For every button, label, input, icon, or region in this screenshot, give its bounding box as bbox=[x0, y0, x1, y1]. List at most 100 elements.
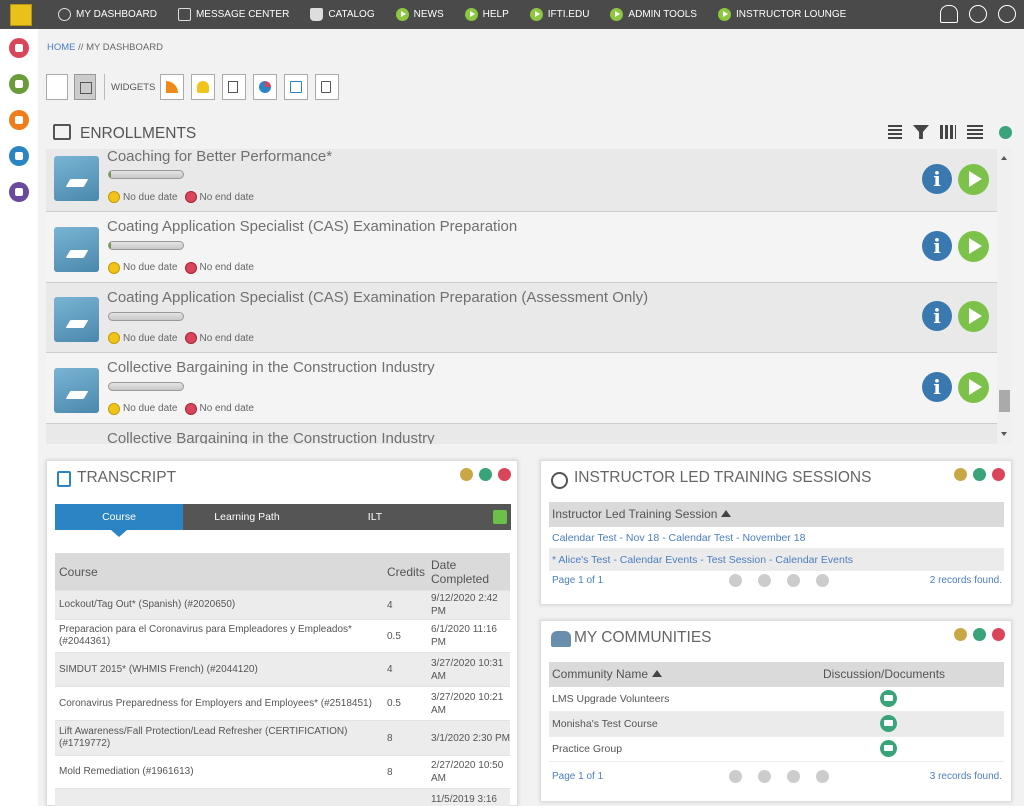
next-page-icon[interactable] bbox=[787, 770, 800, 783]
close-icon[interactable] bbox=[992, 468, 1005, 481]
list-view-icon[interactable] bbox=[967, 125, 983, 139]
bell-icon[interactable] bbox=[940, 5, 958, 23]
scroll-down-icon[interactable] bbox=[1001, 432, 1007, 436]
course-title[interactable]: Collective Bargaining in the Constructio… bbox=[107, 430, 435, 445]
info-button[interactable]: i bbox=[922, 371, 952, 402]
table-row: Practice Group bbox=[549, 737, 1004, 762]
table-row[interactable]: * Alice's Test - Calendar Events - Test … bbox=[549, 549, 1004, 571]
community-name[interactable]: LMS Upgrade Volunteers bbox=[552, 693, 669, 705]
scroll-up-icon[interactable] bbox=[1001, 156, 1007, 160]
minimize-icon[interactable] bbox=[954, 468, 967, 481]
column-credits[interactable]: Credits bbox=[385, 565, 431, 579]
last-page-icon[interactable] bbox=[816, 574, 829, 587]
column-discussion[interactable]: Discussion/Documents bbox=[823, 662, 945, 687]
course-thumbnail[interactable] bbox=[54, 367, 99, 413]
table-row[interactable]: Calendar Test - Nov 18 - Calendar Test -… bbox=[549, 527, 1004, 549]
chat-icon[interactable] bbox=[880, 740, 897, 757]
gear-icon[interactable] bbox=[9, 38, 29, 58]
presentation-widget-button[interactable] bbox=[284, 74, 309, 100]
rss-widget-button[interactable] bbox=[160, 74, 185, 100]
course-title[interactable]: Collective Bargaining in the Constructio… bbox=[107, 359, 435, 376]
course-title[interactable]: Coating Application Specialist (CAS) Exa… bbox=[107, 218, 517, 235]
first-page-icon[interactable] bbox=[729, 574, 742, 587]
course-row: Coating Application Specialist (CAS) Exa… bbox=[46, 212, 997, 283]
tab-learning-path[interactable]: Learning Path bbox=[183, 504, 311, 530]
minimize-icon[interactable] bbox=[954, 628, 967, 641]
id-card-widget-button[interactable] bbox=[315, 74, 340, 100]
due-date: No due date bbox=[123, 332, 178, 344]
launch-button[interactable] bbox=[958, 371, 989, 403]
course-title[interactable]: Coating Application Specialist (CAS) Exa… bbox=[107, 289, 648, 306]
book-icon[interactable] bbox=[9, 146, 29, 166]
launch-button[interactable] bbox=[958, 164, 989, 195]
nav-message-center[interactable]: MESSAGE CENTER bbox=[177, 8, 289, 21]
info-button[interactable]: i bbox=[922, 164, 952, 194]
cell-credits: 8 bbox=[387, 732, 393, 744]
bell-widget-button[interactable] bbox=[191, 74, 216, 100]
pie-chart-widget-button[interactable] bbox=[253, 74, 278, 100]
scroll-thumb[interactable] bbox=[999, 390, 1010, 412]
launch-button[interactable] bbox=[958, 230, 989, 262]
course-thumbnail[interactable] bbox=[54, 156, 99, 201]
sort-icon[interactable] bbox=[888, 125, 902, 139]
refresh-icon[interactable] bbox=[999, 125, 1012, 139]
enrollments-scrollbar[interactable] bbox=[997, 149, 1012, 444]
course-title[interactable]: Coaching for Better Performance* bbox=[107, 149, 332, 165]
close-icon[interactable] bbox=[992, 628, 1005, 641]
progress-bar bbox=[108, 170, 184, 179]
minimize-icon[interactable] bbox=[460, 468, 473, 481]
chat-icon[interactable] bbox=[880, 690, 897, 707]
nav-catalog[interactable]: CATALOG bbox=[310, 8, 375, 21]
clock-icon bbox=[108, 402, 120, 415]
launch-button[interactable] bbox=[958, 301, 989, 333]
end-date: No end date bbox=[199, 191, 255, 203]
nav-admin-tools[interactable]: ADMIN TOOLS bbox=[610, 8, 697, 21]
cell-course: Coronavirus Preparedness for Employers a… bbox=[59, 697, 372, 709]
refresh-icon[interactable] bbox=[973, 468, 986, 481]
ilt-pager: Page 1 of 1 2 records found. bbox=[549, 571, 1004, 591]
close-icon[interactable] bbox=[498, 468, 511, 481]
table-row: SIMDUT 2015* (WHMIS French) (#2044120) 4… bbox=[55, 653, 510, 687]
globe-icon[interactable] bbox=[969, 5, 987, 23]
community-name[interactable]: Monisha's Test Course bbox=[552, 718, 658, 730]
export-icon[interactable] bbox=[493, 510, 507, 524]
breadcrumb-home[interactable]: HOME bbox=[47, 42, 76, 53]
column-date-completed[interactable]: Date Completed bbox=[431, 558, 510, 586]
community-name[interactable]: Practice Group bbox=[552, 743, 622, 755]
prev-page-icon[interactable] bbox=[758, 770, 771, 783]
single-column-layout-button[interactable] bbox=[46, 74, 68, 100]
calendar-icon[interactable] bbox=[9, 110, 29, 130]
tab-course[interactable]: Course bbox=[55, 504, 183, 537]
nav-ifti-edu[interactable]: IFTI.EDU bbox=[529, 8, 589, 21]
document-icon bbox=[228, 81, 239, 93]
filter-icon[interactable] bbox=[913, 125, 929, 139]
nav-news[interactable]: NEWS bbox=[395, 8, 444, 21]
grid-view-icon[interactable] bbox=[940, 125, 956, 139]
course-thumbnail[interactable] bbox=[54, 226, 99, 272]
logo[interactable] bbox=[10, 3, 32, 26]
tab-ilt[interactable]: ILT bbox=[311, 504, 439, 530]
column-community-name[interactable]: Community Name bbox=[552, 667, 648, 681]
refresh-icon[interactable] bbox=[973, 628, 986, 641]
info-button[interactable]: i bbox=[922, 230, 952, 261]
document-widget-button[interactable] bbox=[222, 74, 247, 100]
course-thumbnail[interactable] bbox=[54, 297, 99, 342]
chat-icon[interactable] bbox=[880, 715, 897, 732]
last-page-icon[interactable] bbox=[816, 770, 829, 783]
enrollments-title: ENROLLMENTS bbox=[80, 125, 197, 142]
nav-my-dashboard[interactable]: MY DASHBOARD bbox=[58, 8, 157, 21]
info-button[interactable]: i bbox=[922, 301, 952, 332]
two-column-layout-button[interactable] bbox=[74, 74, 96, 100]
user-icon[interactable] bbox=[9, 74, 29, 94]
next-page-icon[interactable] bbox=[787, 574, 800, 587]
user-icon[interactable] bbox=[998, 5, 1016, 23]
table-header[interactable]: Instructor Led Training Session bbox=[549, 502, 1004, 527]
nav-help[interactable]: HELP bbox=[464, 8, 509, 21]
prev-page-icon[interactable] bbox=[758, 574, 771, 587]
first-page-icon[interactable] bbox=[729, 770, 742, 783]
chart-icon[interactable] bbox=[9, 182, 29, 202]
refresh-icon[interactable] bbox=[479, 468, 492, 481]
column-course[interactable]: Course bbox=[55, 566, 385, 578]
cell-credits: 4 bbox=[387, 664, 393, 675]
nav-instructor-lounge[interactable]: INSTRUCTOR LOUNGE bbox=[717, 8, 846, 21]
